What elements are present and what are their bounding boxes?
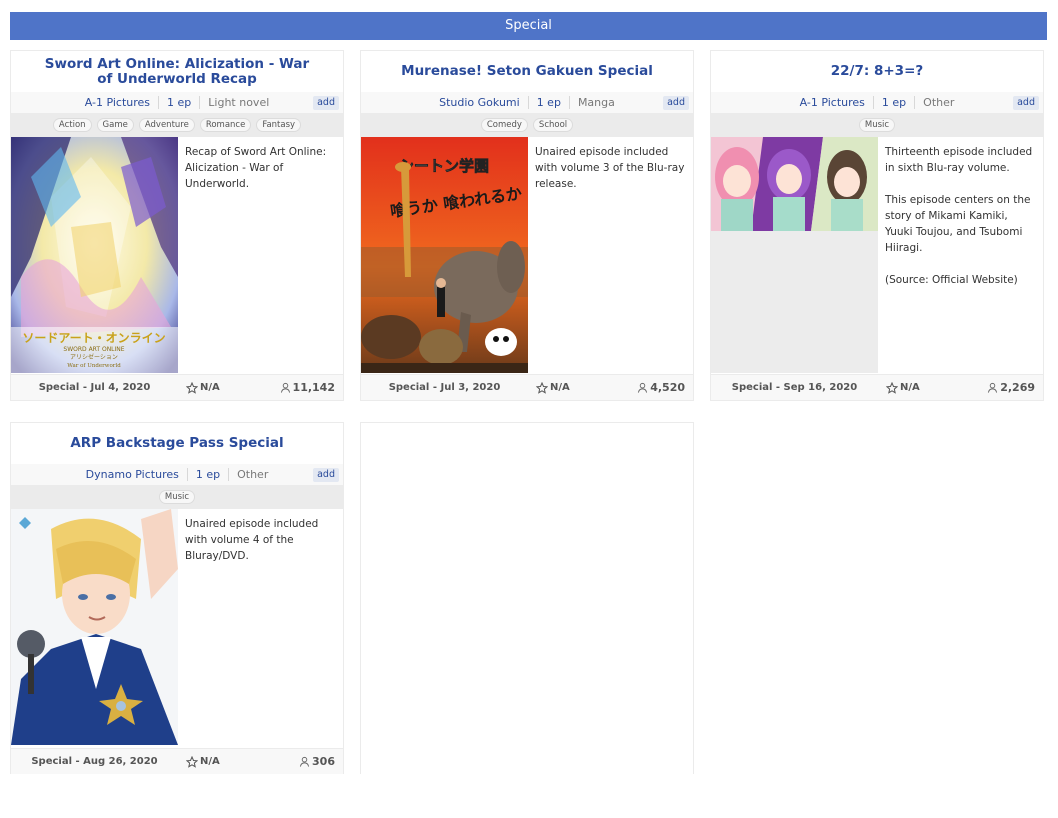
type-date: Special - Aug 26, 2020 bbox=[31, 756, 158, 767]
anime-poster[interactable] bbox=[711, 137, 878, 373]
member-value: 306 bbox=[312, 755, 335, 768]
source-type: Manga bbox=[577, 96, 615, 109]
user-icon bbox=[299, 756, 310, 767]
genre-tag[interactable]: Adventure bbox=[138, 118, 195, 132]
user-icon bbox=[988, 382, 998, 393]
member-count: 4,520 bbox=[637, 381, 685, 394]
source-type: Other bbox=[923, 96, 955, 109]
type-date: Special - Jul 4, 2020 bbox=[38, 382, 151, 393]
genre-list: Action Game Adventure Romance Fantasy bbox=[11, 113, 343, 137]
member-value: 2,269 bbox=[1000, 381, 1035, 394]
card-footer: Special - Aug 26, 2020 N/A 306 bbox=[11, 748, 343, 774]
genre-tag[interactable]: Comedy bbox=[480, 118, 528, 132]
synopsis-text: Thirteenth episode included in sixth Blu… bbox=[885, 146, 1033, 174]
member-value: 11,142 bbox=[292, 381, 335, 394]
anime-card: 22/7: 8+3=? A-1 Pictures 1 ep Other add … bbox=[710, 50, 1044, 401]
synopsis: Thirteenth episode included in sixth Blu… bbox=[878, 137, 1043, 377]
anime-meta: A-1 Pictures 1 ep Other add bbox=[711, 92, 1043, 113]
score: N/A bbox=[536, 381, 570, 394]
poster-logo-text: アリシゼーション bbox=[70, 353, 118, 361]
genre-list: Music bbox=[711, 113, 1043, 137]
poster-logo-text: War of Underworld bbox=[67, 363, 121, 369]
card-footer: Special - Sep 16, 2020 N/A 2,269 bbox=[711, 374, 1043, 400]
member-value: 4,520 bbox=[650, 381, 685, 394]
star-outline-icon bbox=[186, 755, 198, 768]
genre-tag[interactable]: Music bbox=[158, 490, 196, 504]
genre-tag[interactable]: Music bbox=[858, 118, 896, 132]
star-outline-icon bbox=[536, 381, 548, 394]
synopsis-text: This episode centers on the story of Mik… bbox=[885, 194, 1031, 254]
star-outline-icon bbox=[186, 381, 198, 394]
user-icon bbox=[638, 382, 648, 393]
synopsis-text: Unaired episode included with volume 3 o… bbox=[535, 146, 685, 190]
score: N/A bbox=[186, 381, 220, 394]
episode-count: 1 ep bbox=[881, 96, 907, 109]
user-icon bbox=[280, 382, 290, 393]
anime-title[interactable]: Murenase! Seton Gakuen Special bbox=[401, 64, 653, 79]
score: N/A bbox=[186, 755, 220, 768]
episode-count: 1 ep bbox=[536, 96, 561, 109]
anime-card: Murenase! Seton Gakuen Special Studio Go… bbox=[360, 50, 694, 401]
synopsis: Unaired episode included with volume 3 o… bbox=[528, 137, 693, 377]
anime-card: Sword Art Online: Alicization - War of U… bbox=[10, 50, 344, 401]
score-value: N/A bbox=[900, 382, 920, 393]
add-button[interactable]: add bbox=[663, 96, 689, 110]
add-button[interactable]: add bbox=[1013, 96, 1039, 110]
anime-title[interactable]: ARP Backstage Pass Special bbox=[70, 436, 283, 451]
synopsis-text: Recap of Sword Art Online: Alicization -… bbox=[185, 146, 327, 190]
studio-link[interactable]: Dynamo Pictures bbox=[86, 468, 179, 481]
genre-tag[interactable]: School bbox=[532, 118, 574, 132]
poster-logo-text: シートン学園 bbox=[399, 157, 489, 175]
add-button[interactable]: add bbox=[313, 96, 339, 110]
anime-meta: Dynamo Pictures 1 ep Other add bbox=[11, 464, 343, 485]
source-type: Light novel bbox=[208, 96, 270, 109]
genre-tag[interactable]: Action bbox=[52, 118, 92, 132]
synopsis: Unaired episode included with volume 4 o… bbox=[178, 509, 343, 749]
score-value: N/A bbox=[200, 382, 220, 393]
anime-card: ARP Backstage Pass Special Dynamo Pictur… bbox=[10, 422, 344, 774]
studio-link[interactable]: A-1 Pictures bbox=[85, 96, 150, 109]
studio-link[interactable]: A-1 Pictures bbox=[800, 96, 865, 109]
source-type: Other bbox=[237, 468, 269, 481]
card-footer: Special - Jul 3, 2020 N/A 4,520 bbox=[361, 374, 693, 400]
member-count: 306 bbox=[299, 755, 335, 768]
studio-link[interactable]: Studio Gokumi bbox=[439, 96, 520, 109]
score: N/A bbox=[886, 381, 920, 394]
synopsis: Recap of Sword Art Online: Alicization -… bbox=[178, 137, 343, 377]
anime-poster[interactable]: シートン学園 喰うか 喰われるか bbox=[361, 137, 528, 373]
genre-tag[interactable]: Game bbox=[96, 118, 134, 132]
star-outline-icon bbox=[886, 381, 898, 394]
score-value: N/A bbox=[200, 756, 220, 767]
anime-meta: A-1 Pictures 1 ep Light novel add bbox=[11, 92, 343, 113]
add-button[interactable]: add bbox=[313, 468, 339, 482]
type-date: Special - Sep 16, 2020 bbox=[731, 382, 858, 393]
score-value: N/A bbox=[550, 382, 570, 393]
anime-title[interactable]: 22/7: 8+3=? bbox=[831, 64, 923, 79]
genre-list: Music bbox=[11, 485, 343, 509]
anime-meta: Studio Gokumi 1 ep Manga add bbox=[361, 92, 693, 113]
episode-count: 1 ep bbox=[167, 96, 192, 109]
episode-count: 1 ep bbox=[195, 468, 221, 481]
section-header: Special bbox=[10, 12, 1047, 40]
anime-poster[interactable]: ソードアート・オンライン SWORD ART ONLINE アリシゼーション W… bbox=[11, 137, 178, 373]
poster-logo-text: SWORD ART ONLINE bbox=[63, 346, 124, 353]
genre-list: Comedy School bbox=[361, 113, 693, 137]
genre-tag[interactable]: Romance bbox=[199, 118, 252, 132]
synopsis-text: (Source: Official Website) bbox=[885, 274, 1018, 286]
genre-tag[interactable]: Fantasy bbox=[256, 118, 302, 132]
type-date: Special - Jul 3, 2020 bbox=[388, 382, 501, 393]
card-footer: Special - Jul 4, 2020 N/A 11,142 bbox=[11, 374, 343, 400]
poster-logo-text: ソードアート・オンライン bbox=[22, 331, 165, 345]
empty-card-placeholder bbox=[360, 422, 694, 774]
synopsis-text: Unaired episode included with volume 4 o… bbox=[185, 518, 319, 562]
member-count: 11,142 bbox=[280, 381, 335, 394]
member-count: 2,269 bbox=[987, 381, 1035, 394]
anime-poster[interactable] bbox=[11, 509, 178, 745]
anime-title[interactable]: Sword Art Online: Alicization - War of U… bbox=[37, 56, 317, 87]
